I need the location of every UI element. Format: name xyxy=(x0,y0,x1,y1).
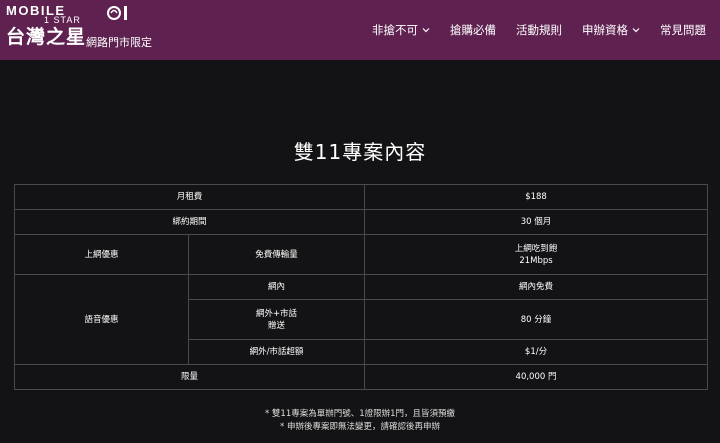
table-cell-value: 網內免費 xyxy=(364,274,709,300)
free-data-value-line2: 21Mbps xyxy=(519,255,553,266)
table-cell-value: $188 xyxy=(364,184,709,210)
brand-logo[interactable]: MOBILE 1 STAR 台灣之星 網路門市限定 xyxy=(6,4,156,56)
nav-item-label: 非搶不可 xyxy=(372,23,418,37)
off-net-label-line1: 網外+市話 xyxy=(255,308,298,319)
nav-item-must-grab[interactable]: 非搶不可 xyxy=(372,22,430,38)
nav-item-eligibility[interactable]: 申辦資格 xyxy=(582,22,640,38)
nav-item-label: 活動規則 xyxy=(516,23,562,37)
logo-brand-name: 台灣之星 xyxy=(6,26,87,48)
notes: * 雙11專案為單辦門號、1證限辦1門，且皆須預繳 * 申辦後專案即無法變更，請… xyxy=(0,408,720,434)
table-cell-label: 限量 xyxy=(13,364,366,390)
note-line: * 雙11專案為單辦門號、1證限辦1門，且皆須預繳 xyxy=(264,409,456,419)
logo-star-text: 1 STAR xyxy=(44,15,81,25)
table-cell-value: 30 個月 xyxy=(364,209,709,235)
logo-mark-icon xyxy=(107,6,127,20)
table-cell-label: 月租費 xyxy=(13,184,366,210)
nav-item-label: 搶購必備 xyxy=(450,23,496,37)
free-data-value-line1: 上網吃到飽 xyxy=(514,243,558,254)
table-row: 月租費 $188 xyxy=(13,184,709,210)
chevron-down-icon xyxy=(632,28,640,33)
nav-item-label: 常見問題 xyxy=(660,23,706,37)
chevron-down-icon xyxy=(422,28,430,33)
page-title: 雙11專案內容 xyxy=(293,140,427,164)
nav-item-rules[interactable]: 活動規則 xyxy=(516,22,562,38)
table-cell-group-label: 語音優惠 xyxy=(14,274,189,365)
table-cell-label: 網內 xyxy=(187,274,366,300)
main-nav: 非搶不可 搶購必備 活動規則 申辦資格 常見問題 xyxy=(352,0,706,60)
logo-tagline: 網路門市限定 xyxy=(86,36,152,49)
table-row: 綁約期間 30 個月 xyxy=(13,209,709,235)
nav-item-essentials[interactable]: 搶購必備 xyxy=(450,22,496,38)
table-cell-group-label: 上網優惠 xyxy=(14,234,189,275)
table-cell-value: 上網吃到飽 21Mbps xyxy=(364,234,709,275)
site-header: MOBILE 1 STAR 台灣之星 網路門市限定 非搶不可 搶購必備 活動規則… xyxy=(0,0,720,60)
table-row: 語音優惠 網內 網內免費 xyxy=(14,274,709,365)
plan-table: 月租費 $188 綁約期間 30 個月 上網優惠 免費傳輸量 上網吃到飽 21M… xyxy=(13,184,709,390)
table-cell-value: 40,000 門 xyxy=(364,364,709,390)
table-cell-label: 免費傳輸量 xyxy=(187,234,366,275)
note-line: * 申辦後專案即無法變更，請確認後再申辦 xyxy=(280,422,440,432)
nav-item-label: 申辦資格 xyxy=(582,23,628,37)
table-cell-label: 網外/市話超額 xyxy=(187,339,366,365)
table-row: 上網優惠 免費傳輸量 上網吃到飽 21Mbps xyxy=(14,234,709,275)
table-row: 限量 40,000 門 xyxy=(13,364,709,390)
off-net-label-line2: 贈送 xyxy=(268,320,286,331)
table-cell-value: 80 分鐘 xyxy=(364,299,709,340)
table-cell-value: $1/分 xyxy=(364,339,709,365)
nav-item-faq[interactable]: 常見問題 xyxy=(660,22,706,38)
table-cell-label: 網外+市話 贈送 xyxy=(187,299,366,340)
table-cell-label: 綁約期間 xyxy=(13,209,366,235)
